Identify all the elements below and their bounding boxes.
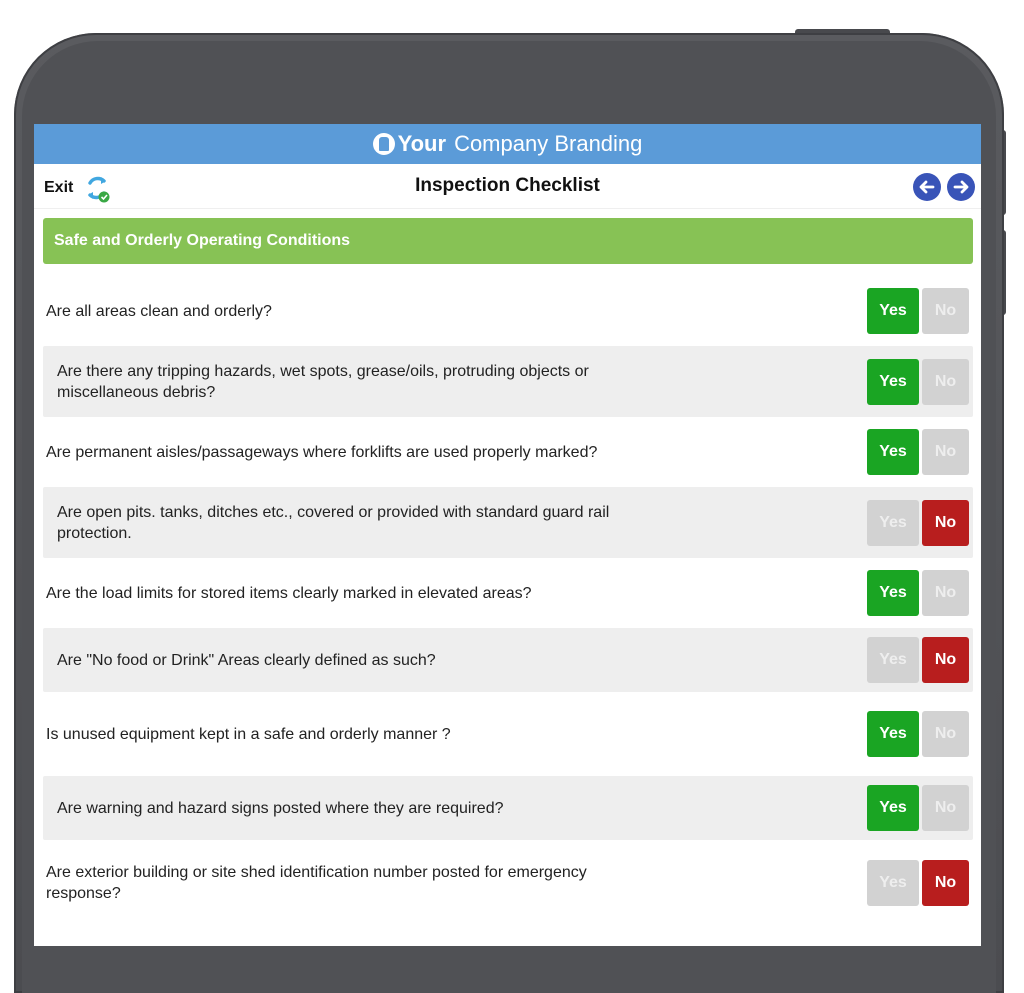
question-list: Are all areas clean and orderly? Yes No … xyxy=(43,276,973,926)
question-row: Are "No food or Drink" Areas clearly def… xyxy=(43,628,973,692)
answer-buttons: Yes No xyxy=(867,570,969,616)
no-button[interactable]: No xyxy=(922,637,969,683)
yes-button[interactable]: Yes xyxy=(867,637,919,683)
nav-arrows xyxy=(913,173,975,201)
no-button[interactable]: No xyxy=(922,860,969,906)
question-row: Are warning and hazard signs posted wher… xyxy=(43,776,973,840)
answer-buttons: Yes No xyxy=(867,860,969,906)
yes-button[interactable]: Yes xyxy=(867,570,919,616)
branding-bar: Your Company Branding xyxy=(34,124,981,164)
back-button[interactable] xyxy=(913,173,941,201)
question-text: Are exterior building or site shed ident… xyxy=(46,864,587,902)
branding-strong-text: Your xyxy=(397,131,447,156)
arrow-left-icon xyxy=(919,180,935,194)
yes-button[interactable]: Yes xyxy=(867,358,919,405)
yes-button[interactable]: Yes xyxy=(867,429,919,475)
no-button[interactable]: No xyxy=(922,429,969,475)
no-button[interactable]: No xyxy=(922,570,969,616)
question-row: Are there any tripping hazards, wet spot… xyxy=(43,346,973,417)
no-button[interactable]: No xyxy=(922,358,969,405)
question-row: Is unused equipment kept in a safe and o… xyxy=(43,692,973,776)
answer-buttons: Yes No xyxy=(867,499,969,546)
question-text: Are "No food or Drink" Areas clearly def… xyxy=(57,651,436,669)
question-text: Are warning and hazard signs posted wher… xyxy=(57,799,504,817)
answer-buttons: Yes No xyxy=(867,637,969,683)
question-text: Are the load limits for stored items cle… xyxy=(46,584,532,602)
question-row: Are the load limits for stored items cle… xyxy=(43,558,973,628)
answer-buttons: Yes No xyxy=(867,288,969,334)
answer-buttons: Yes No xyxy=(867,785,969,831)
question-row: Are open pits. tanks, ditches etc., cove… xyxy=(43,487,973,558)
section-header: Safe and Orderly Operating Conditions xyxy=(43,218,973,264)
question-text: Are there any tripping hazards, wet spot… xyxy=(57,362,589,401)
answer-buttons: Yes No xyxy=(867,358,969,405)
forward-button[interactable] xyxy=(947,173,975,201)
page-title: Inspection Checklist xyxy=(415,175,600,196)
yes-button[interactable]: Yes xyxy=(867,711,919,757)
tablet-screen: Your Company Branding Exit Inspection Ch… xyxy=(34,124,981,946)
no-button[interactable]: No xyxy=(922,711,969,757)
answer-buttons: Yes No xyxy=(867,711,969,757)
question-row: Are permanent aisles/passageways where f… xyxy=(43,417,973,487)
no-button[interactable]: No xyxy=(922,499,969,546)
nav-bar: Exit Inspection Checklist xyxy=(34,164,981,209)
yes-button[interactable]: Yes xyxy=(867,860,919,906)
question-text: Are permanent aisles/passageways where f… xyxy=(46,443,598,461)
arrow-right-icon xyxy=(953,180,969,194)
question-row: Are all areas clean and orderly? Yes No xyxy=(43,276,973,346)
question-text: Are open pits. tanks, ditches etc., cove… xyxy=(57,503,610,542)
yes-button[interactable]: Yes xyxy=(867,288,919,334)
company-logo-icon xyxy=(372,133,395,155)
section-title: Safe and Orderly Operating Conditions xyxy=(54,232,351,249)
answer-buttons: Yes No xyxy=(867,429,969,475)
question-row: Are exterior building or site shed ident… xyxy=(43,840,973,926)
question-text: Is unused equipment kept in a safe and o… xyxy=(46,725,451,743)
yes-button[interactable]: Yes xyxy=(867,785,919,831)
branding-text: Company Branding xyxy=(454,131,643,156)
no-button[interactable]: No xyxy=(922,785,969,831)
question-text: Are all areas clean and orderly? xyxy=(46,302,272,320)
no-button[interactable]: No xyxy=(922,288,969,334)
yes-button[interactable]: Yes xyxy=(867,499,919,546)
